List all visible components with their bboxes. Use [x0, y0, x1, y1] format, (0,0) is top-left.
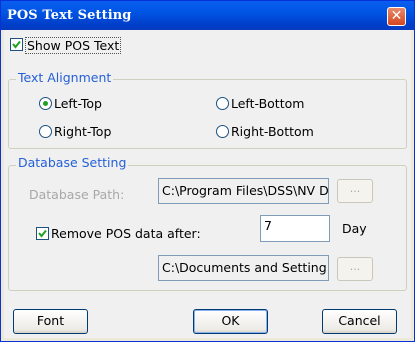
database-path-browse-button[interactable]: ... — [337, 179, 373, 203]
data-folder-field[interactable]: C:\Documents and Setting — [158, 255, 329, 281]
radio-right-bottom[interactable] — [216, 125, 229, 138]
font-button[interactable]: Font — [13, 309, 88, 334]
radio-left-bottom[interactable] — [216, 97, 229, 110]
radio-left-top-label[interactable]: Left-Top — [54, 96, 102, 111]
database-setting-legend: Database Setting — [16, 155, 129, 170]
radio-right-top-label[interactable]: Right-Top — [54, 124, 111, 139]
radio-selected-dot — [43, 101, 48, 106]
close-button[interactable]: ✕ — [387, 7, 406, 26]
text-alignment-legend: Text Alignment — [16, 70, 114, 85]
data-folder-browse-button[interactable]: ... — [337, 257, 373, 281]
radio-left-top[interactable] — [39, 97, 52, 110]
ok-button[interactable]: OK — [193, 309, 268, 334]
database-path-label: Database Path: — [29, 187, 125, 202]
radio-right-bottom-label[interactable]: Right-Bottom — [231, 124, 314, 139]
remove-pos-data-label[interactable]: Remove POS data after: — [51, 226, 201, 241]
pos-text-setting-dialog: POS Text Setting ✕ Show POS Text Text Al… — [0, 0, 415, 342]
cancel-button[interactable]: Cancel — [322, 309, 397, 334]
show-pos-text-checkbox[interactable] — [10, 38, 23, 51]
checkmark-icon — [38, 229, 47, 238]
remove-pos-data-checkbox[interactable] — [36, 227, 49, 240]
window-title: POS Text Setting — [7, 8, 132, 23]
dialog-body: Show POS Text Text Alignment Left-Top Le… — [4, 30, 411, 338]
radio-right-top[interactable] — [39, 125, 52, 138]
title-bar[interactable]: POS Text Setting ✕ — [1, 1, 414, 30]
radio-left-bottom-label[interactable]: Left-Bottom — [231, 96, 304, 111]
days-unit-label: Day — [342, 221, 367, 236]
retention-days-input[interactable]: 7 — [260, 215, 330, 242]
checkmark-icon — [12, 40, 21, 49]
show-pos-text-label[interactable]: Show POS Text — [25, 37, 122, 54]
close-icon: ✕ — [390, 8, 403, 24]
database-path-field[interactable]: C:\Program Files\DSS\NV D — [158, 178, 329, 204]
